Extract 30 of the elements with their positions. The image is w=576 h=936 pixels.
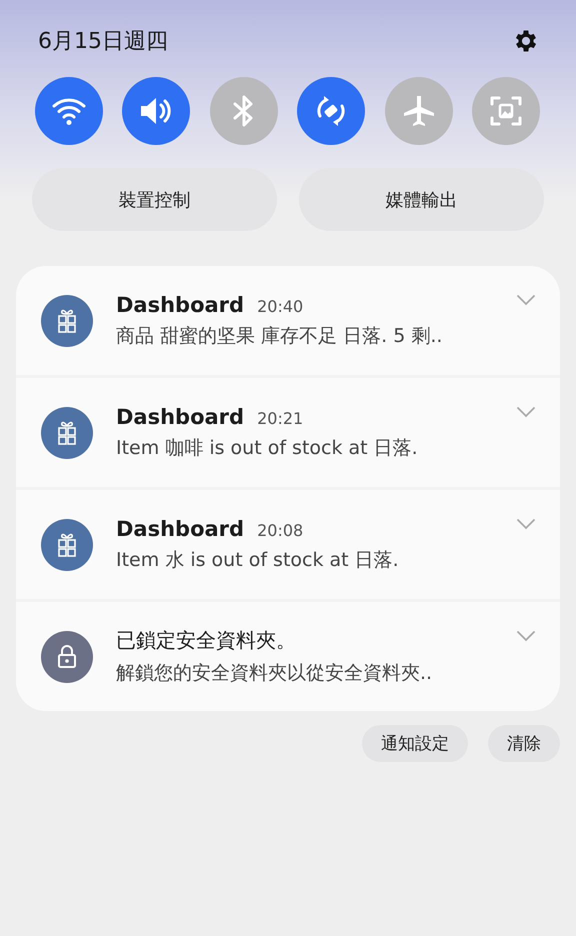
notification-text: 商品 甜蜜的坚果 庫存不足 日落. 5 剩..	[116, 324, 444, 348]
notification-title: Dashboard	[116, 516, 244, 540]
chevron-icon[interactable]	[516, 630, 536, 642]
gift-icon	[57, 532, 77, 558]
screenshot-icon	[488, 94, 523, 128]
notification-time: 20:40	[257, 296, 304, 316]
notification[interactable]: Dashboard 20:08 Item 水 is out of stock at 日落.	[16, 490, 560, 599]
notification-title: Dashboard	[116, 292, 244, 316]
panel-button[interactable]: 媒體輸出	[299, 168, 544, 231]
notification[interactable]: Dashboard 20:21 Item 咖啡 is out of stock at 日落.	[16, 378, 560, 487]
notification-text: 解鎖您的安全資料夾以從安全資料夾..	[116, 661, 434, 686]
lock-icon	[57, 644, 77, 668]
chevron-icon[interactable]	[516, 518, 536, 530]
gift-icon	[57, 420, 77, 446]
notification-time: 20:08	[257, 520, 304, 540]
date-text: 6月15日週四	[38, 28, 168, 56]
notification-text: Item 水 is out of stock at 日落.	[116, 548, 400, 572]
notification-time: 20:21	[257, 408, 304, 428]
footer-button[interactable]: 清除	[488, 725, 560, 762]
panel-button[interactable]: 裝置控制	[32, 168, 277, 231]
notification-title: 已鎖定安全資料夾。	[116, 627, 296, 654]
gift-icon	[57, 308, 77, 334]
wifi-icon	[51, 96, 87, 126]
notification-title: Dashboard	[116, 404, 244, 428]
footer-button[interactable]: 通知設定	[362, 725, 468, 762]
notification[interactable]: 已鎖定安全資料夾。 解鎖您的安全資料夾以從安全資料夾..	[16, 602, 560, 711]
notification[interactable]: Dashboard 20:40 商品 甜蜜的坚果 庫存不足 日落. 5 剩..	[16, 266, 560, 375]
notification-text: Item 咖啡 is out of stock at 日落.	[116, 436, 419, 460]
chevron-icon[interactable]	[516, 294, 536, 306]
chevron-icon[interactable]	[516, 406, 536, 418]
